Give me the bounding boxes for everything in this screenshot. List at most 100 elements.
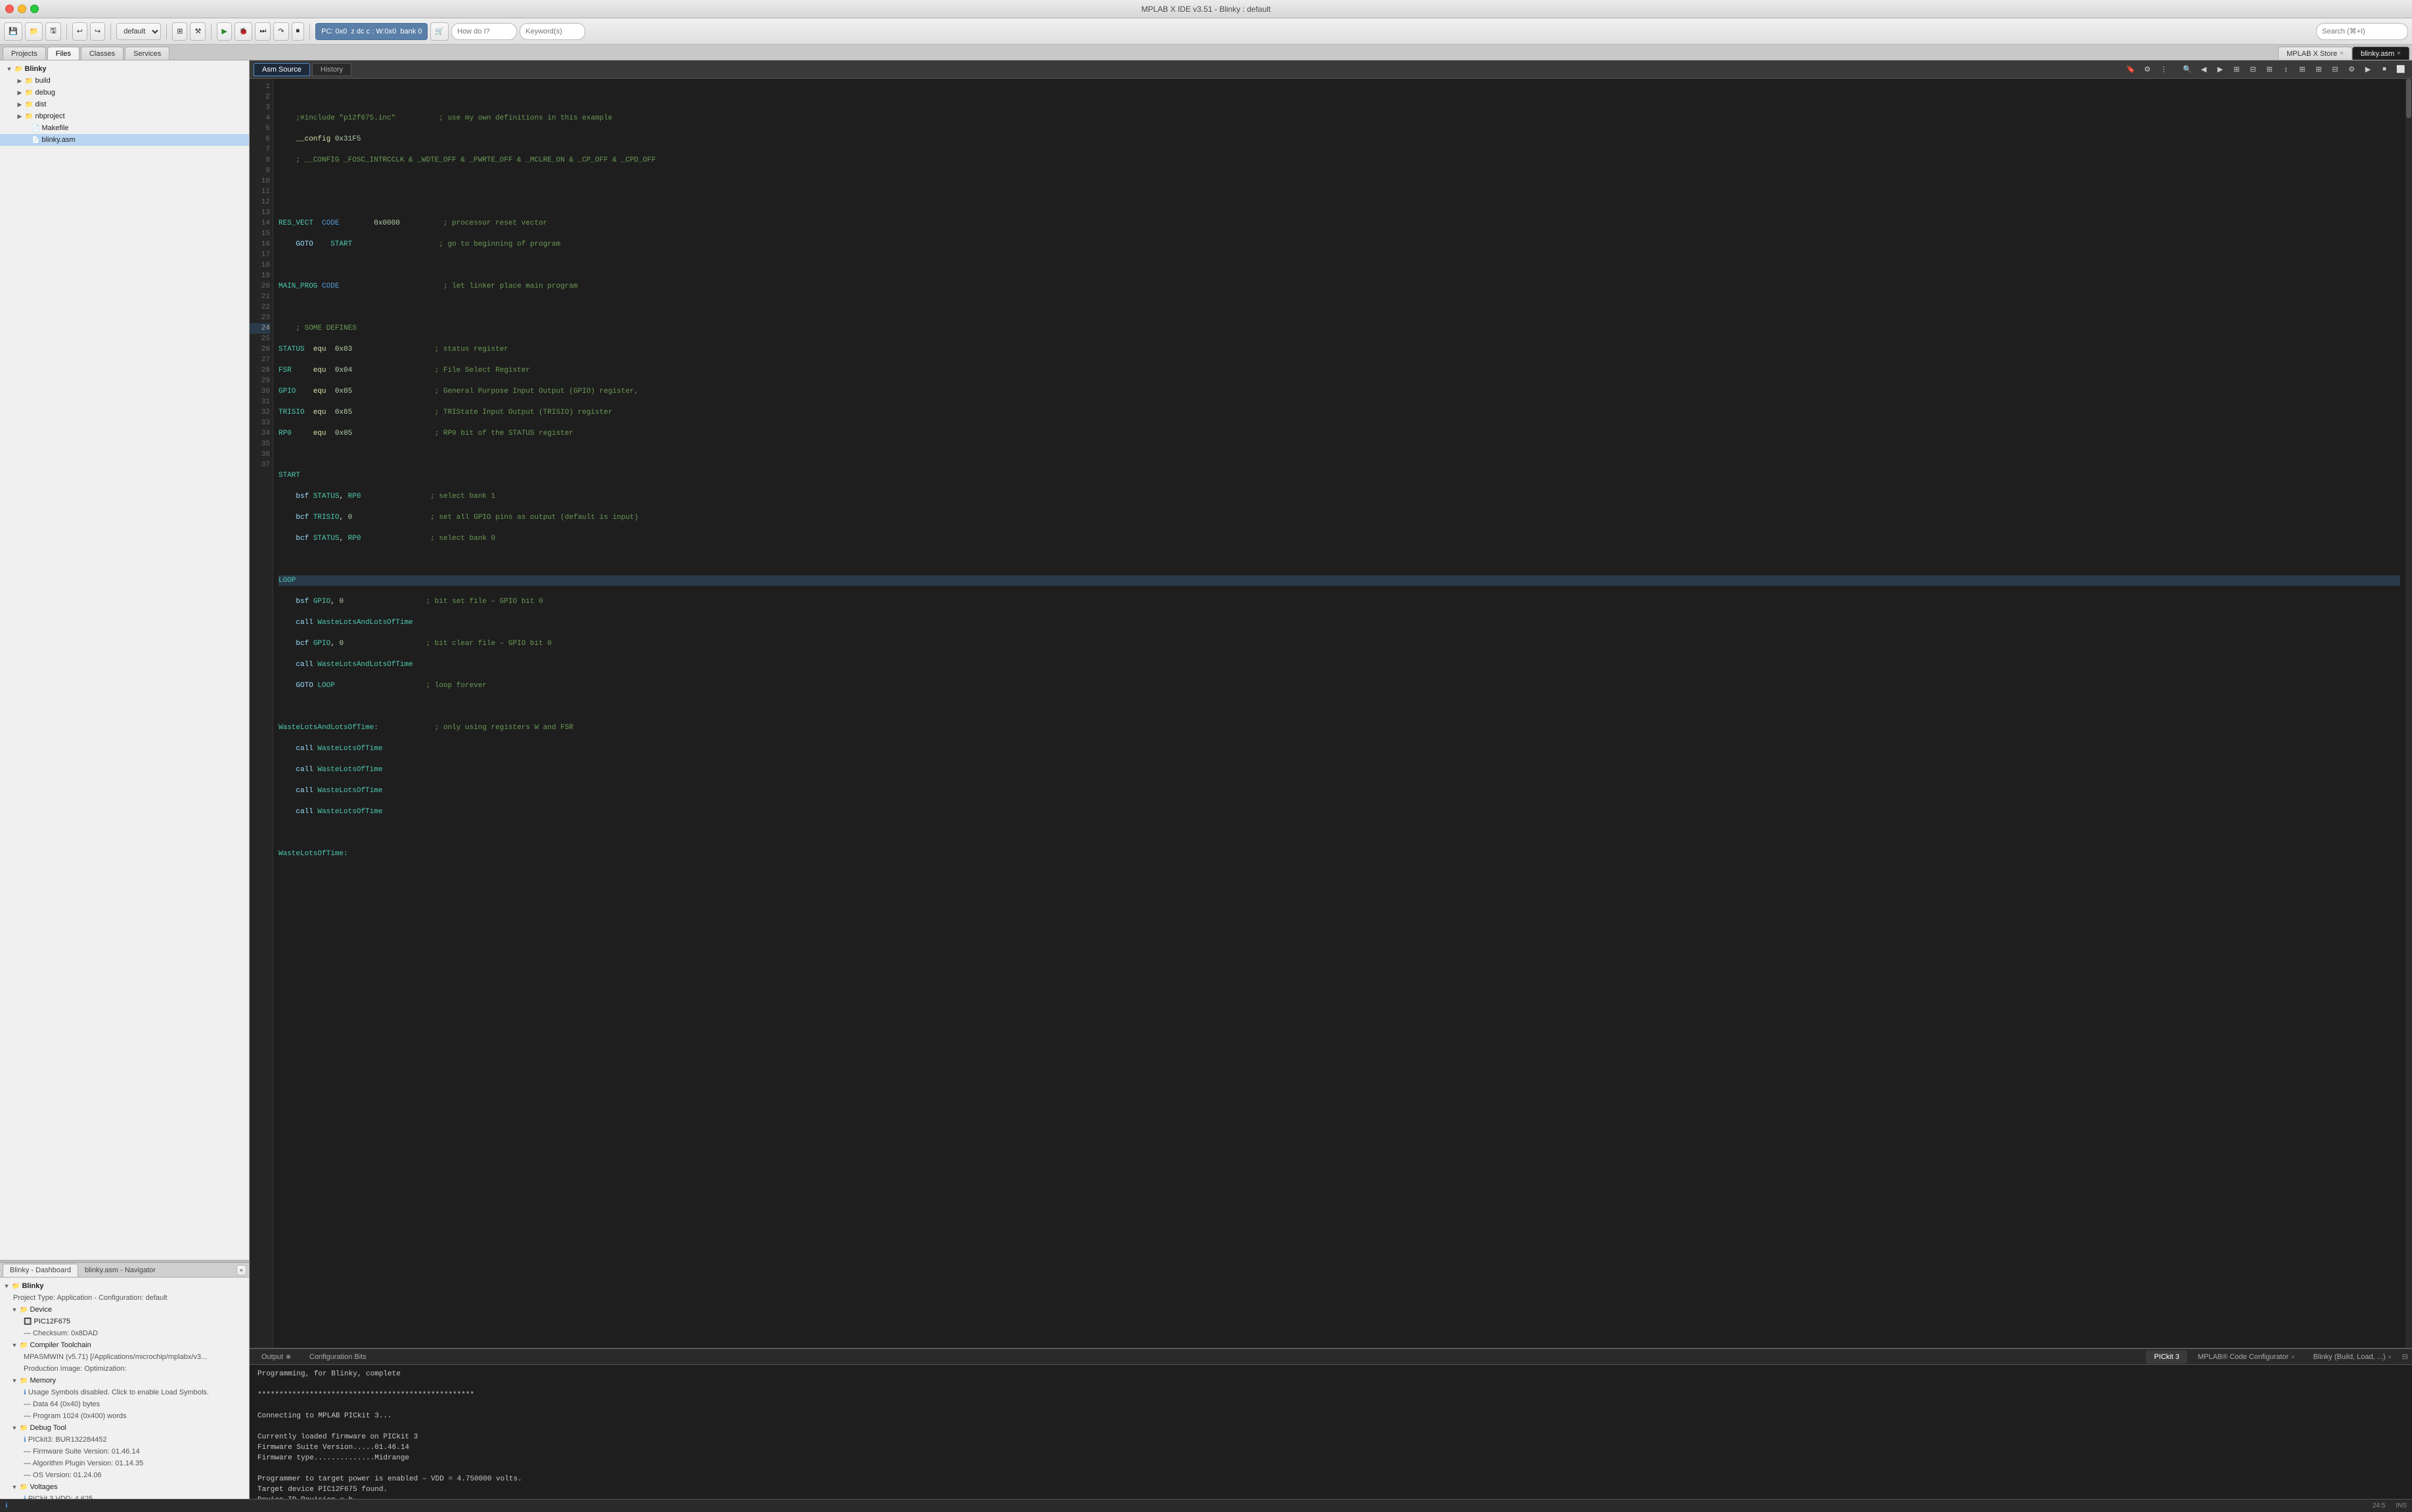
dash-usage-symbols[interactable]: ℹ Usage Symbols disabled. Click to enabl… [0,1387,249,1398]
expand-btn[interactable]: ↕ [2279,62,2293,77]
tab-services[interactable]: Services [125,47,169,60]
minimize-output-btn[interactable]: ⊟ [2402,1352,2408,1361]
tree-blinky-asm[interactable]: 📄 blinky.asm [0,134,249,146]
code-content[interactable]: ;#include "p12f675.inc" ; use my own def… [273,79,2405,1348]
more-btn[interactable]: ⋮ [2156,62,2171,77]
tab-blinky-build[interactable]: Blinky (Build, Load, ...) × [2305,1350,2399,1364]
cart-button[interactable]: 🛒 [430,22,449,41]
toggle-split-btn[interactable]: ⊟ [2328,62,2342,77]
undo-button[interactable]: ↩ [72,22,87,41]
dash-expand-blinky[interactable]: ▼ [3,1283,11,1289]
dash-memory-folder[interactable]: ▼ 📁 Memory [0,1375,249,1387]
dash-debug-folder[interactable]: ▼ 📁 Debug Tool [0,1422,249,1434]
project-select[interactable]: default [116,23,161,40]
tab-mplab-store[interactable]: MPLAB X Store × [2278,47,2352,60]
tab-code-configurator[interactable]: MPLAB® Code Configurator × [2190,1350,2303,1364]
tab-classes[interactable]: Classes [81,47,123,60]
dash-program-label: — Program 1024 (0x400) words [24,1412,127,1420]
run-button[interactable]: ▶ [217,22,231,41]
code-line-21: bcf TRISIO, 0 ; set all GPIO pins as out… [279,512,2400,523]
dash-pic12f675[interactable]: 🔲 PIC12F675 [0,1316,249,1327]
tab-blinky-asm-close[interactable]: × [2397,50,2401,57]
editor-scrollbar[interactable] [2405,79,2412,1348]
close-button[interactable] [5,5,14,13]
tab-output[interactable]: Output ◉ [254,1350,299,1364]
save-button[interactable]: 💾 [4,22,22,41]
toggle-bookmark-btn[interactable]: 🔖 [2124,62,2138,77]
minimize-button[interactable] [18,5,26,13]
run-macro-btn[interactable]: ▶ [2361,62,2375,77]
stop-rec-btn[interactable]: ⏹ [2377,62,2392,77]
help-search[interactable] [451,23,517,40]
nav-next-btn[interactable]: ▶ [2213,62,2227,77]
toggle-fold-btn[interactable]: ⊞ [2262,62,2277,77]
zoom-btn[interactable]: 🔍 [2180,62,2195,77]
dash-expand-compiler[interactable]: ▼ [11,1342,18,1348]
dash-compiler-folder[interactable]: ▼ 📁 Compiler Toolchain [0,1339,249,1351]
tree-dist[interactable]: ▶ 📁 dist [0,99,249,110]
tree-build[interactable]: ▶ 📁 build [0,75,249,87]
dash-expand-memory[interactable]: ▼ [11,1377,18,1384]
open-button[interactable]: 📁 [25,22,43,41]
format-button[interactable]: ⊞ [172,22,187,41]
dash-voltages-folder[interactable]: ▼ 📁 Voltages [0,1481,249,1493]
asm-source-tab[interactable]: Asm Source [254,63,310,76]
status-right: 24:5 INS [2373,1502,2407,1509]
expand-build[interactable]: ▶ [16,78,24,85]
tree-debug[interactable]: ▶ 📁 debug [0,87,249,99]
editor-scrollbar-thumb[interactable] [2406,79,2411,118]
main-search[interactable] [2316,23,2408,40]
tree-blinky[interactable]: ▼ 📁 Blinky [0,63,249,75]
replace-btn[interactable]: ⊟ [2246,62,2260,77]
dash-expand-device[interactable]: ▼ [11,1306,18,1313]
tab-files[interactable]: Files [47,47,79,60]
macros-btn[interactable]: ⚙ [2344,62,2359,77]
file-tree[interactable]: ▼ 📁 Blinky ▶ 📁 build ▶ 📁 debug [0,60,249,1260]
tab-blinky-build-close[interactable]: × [2388,1354,2392,1360]
tab-projects[interactable]: Projects [3,47,46,60]
dash-expand-voltages[interactable]: ▼ [11,1484,18,1490]
dash-device-folder[interactable]: ▼ 📁 Device [0,1304,249,1316]
expand-blinky[interactable]: ▼ [5,66,13,72]
build-button[interactable]: ⚒ [190,22,206,41]
history-tab[interactable]: History [312,63,351,76]
tab-mplab-store-close[interactable]: × [2340,50,2344,57]
debug-button[interactable]: 🐞 [234,22,253,41]
expand-dist[interactable]: ▶ [16,101,24,108]
tab-blinky-dashboard[interactable]: Blinky - Dashboard [3,1264,78,1277]
tab-navigator[interactable]: blinky.asm - Navigator [78,1264,162,1277]
expand-debug[interactable]: ▶ [16,89,24,97]
maximize-button[interactable] [30,5,39,13]
tab-code-configurator-close[interactable]: × [2291,1354,2294,1360]
dashboard-panel: Blinky - Dashboard blinky.asm - Navigato… [0,1262,249,1499]
stop-button[interactable]: ⏹ [292,22,305,41]
redo-button[interactable]: ↪ [90,22,105,41]
tab-pickit3[interactable]: PICkit 3 [2146,1350,2187,1364]
keyword-search[interactable] [520,23,585,40]
settings-btn[interactable]: ⚙ [2140,62,2155,77]
status-mode: INS [2396,1502,2407,1509]
save-all-button[interactable]: 🖫 [45,22,60,41]
dash-vdd[interactable]: ℹ PICkit 3 VDD: 4.625 [0,1493,249,1499]
collapse-btn[interactable]: ⊞ [2295,62,2310,77]
tree-nbproject[interactable]: ▶ 📁 nbproject [0,110,249,122]
nav-prev-btn[interactable]: ◀ [2197,62,2211,77]
maximize-editor-btn[interactable]: ⬜ [2394,62,2408,77]
close-panel-btn[interactable]: × [236,1265,246,1276]
step-button[interactable]: ⏭ [255,22,271,41]
tab-config-bits[interactable]: Configuration Bits [302,1350,374,1364]
dash-blinky[interactable]: ▼ 📁 Blinky [0,1280,249,1292]
step-over-button[interactable]: ↷ [273,22,288,41]
dash-folder-blinky: 📁 [12,1283,20,1290]
find-btn[interactable]: ⊞ [2229,62,2244,77]
tree-makefile[interactable]: 📄 Makefile [0,122,249,134]
code-panel: Asm Source History 🔖 ⚙ ⋮ 🔍 ◀ ▶ ⊞ ⊟ [250,60,2412,1348]
dash-blinky-label: Blinky [22,1282,43,1290]
diff-btn[interactable]: ⊞ [2312,62,2326,77]
tab-blinky-asm[interactable]: blinky.asm × [2352,47,2409,60]
ln-29: 29 [250,376,270,386]
dash-pickit3[interactable]: ℹ PICkit3: BUR132284452 [0,1434,249,1446]
expand-nbproject[interactable]: ▶ [16,113,24,120]
dash-checksum: — Checksum: 0x8DAD [0,1327,249,1339]
dash-expand-debug[interactable]: ▼ [11,1425,18,1431]
